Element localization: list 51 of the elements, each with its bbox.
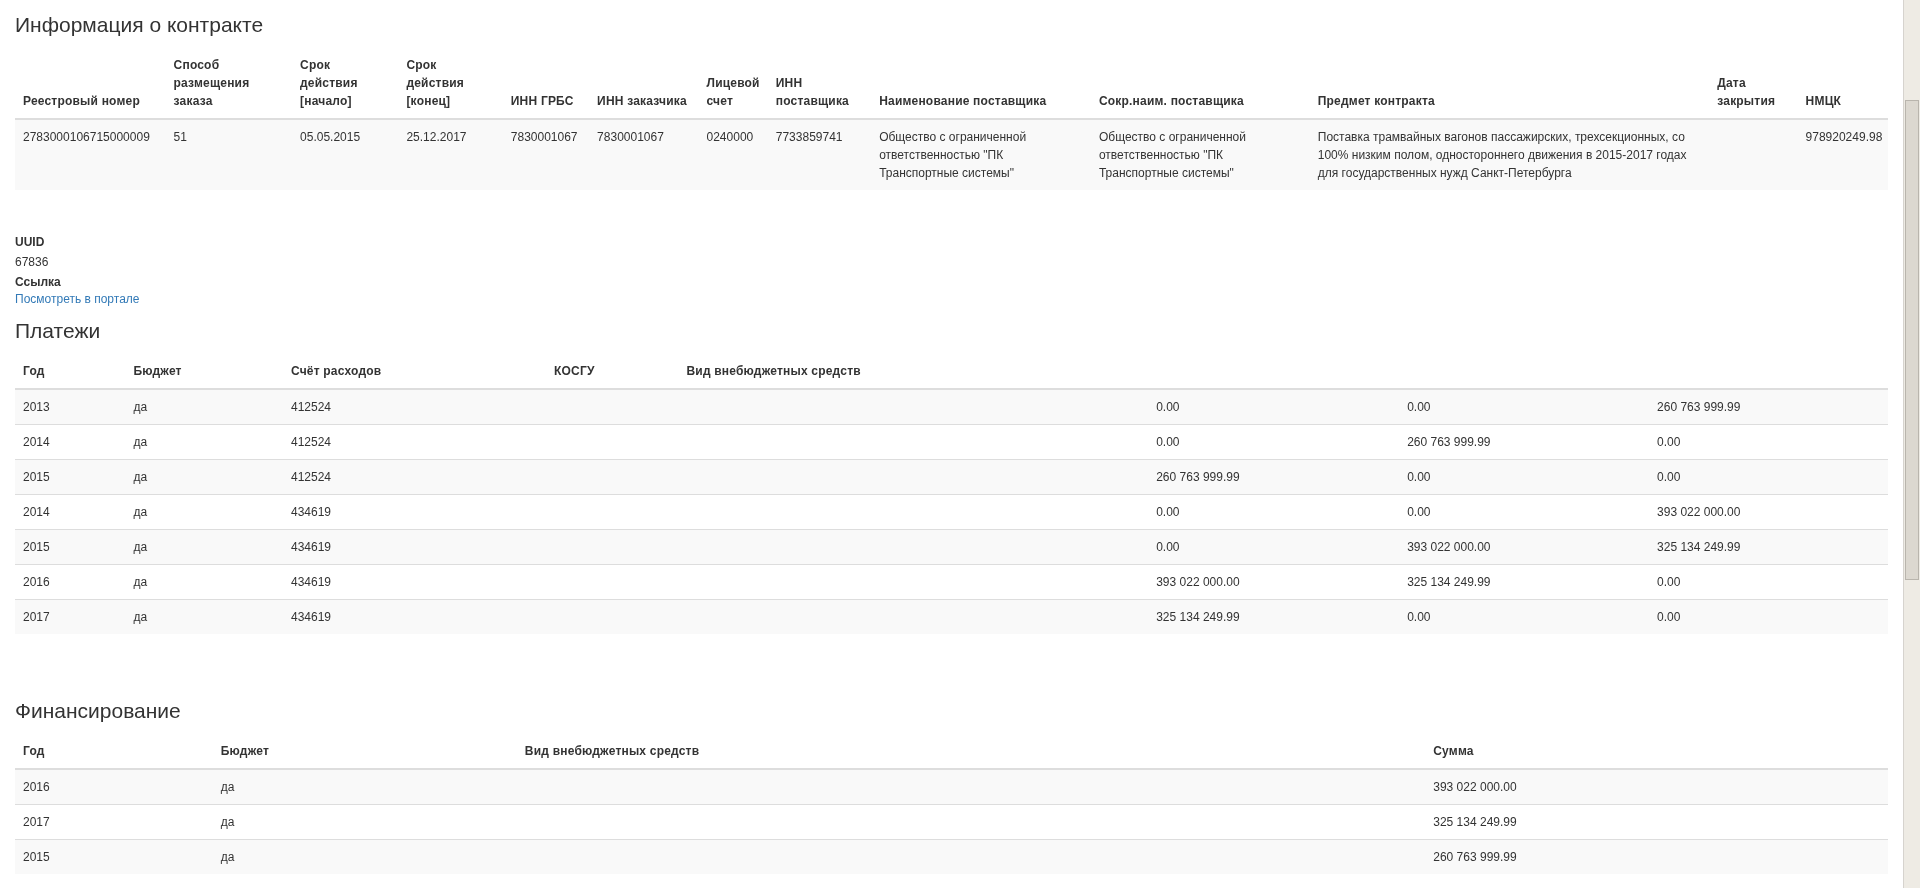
table-cell: 325 134 249.99 <box>1148 599 1400 634</box>
table-cell: 434619 <box>283 529 546 565</box>
table-cell: 0.00 <box>1148 529 1400 565</box>
table-cell: 0.00 <box>1148 389 1400 425</box>
table-cell: 2015 <box>15 459 126 495</box>
table-cell: да <box>125 459 283 495</box>
table-cell: 0.00 <box>1399 459 1650 495</box>
table-cell: 25.12.2017 <box>398 119 503 190</box>
detail-label: Ссылка <box>15 274 61 291</box>
table-cell: 393 022 000.00 <box>1399 529 1650 565</box>
table-cell: да <box>212 769 517 805</box>
scrollbar[interactable] <box>1903 0 1920 888</box>
table-cell: 7830001067 <box>589 119 699 190</box>
table-cell: Общество с ограниченной ответственностью "ПК Транспортные системы" <box>871 119 1091 190</box>
table-cell: 0.00 <box>1649 459 1888 495</box>
table-cell: 0240000 <box>698 119 768 190</box>
table-cell: 2017 <box>15 599 126 634</box>
table-cell: 260 763 999.99 <box>1649 389 1888 425</box>
detail-label: UUID <box>15 234 45 251</box>
table-cell: 393 022 000.00 <box>1425 769 1888 805</box>
table-cell: Поставка трамвайных вагонов пассажирских, трехсекционных, со 100% низким полом, одностороннего движения в 2015-2017 годах для государственных нужд Санкт-Петербурга <box>1309 119 1710 190</box>
table-cell: 325 134 249.99 <box>1649 529 1888 565</box>
table-cell: 412524 <box>283 459 546 495</box>
table-cell: 51 <box>165 119 293 190</box>
portal-link[interactable]: Посмотреть в портале <box>15 292 1888 306</box>
table-cell: 0.00 <box>1649 599 1888 634</box>
section-title: Информация о контракте <box>15 12 265 38</box>
table-cell: 2016 <box>15 769 213 805</box>
detail-value: 67836 <box>15 254 49 271</box>
table-cell: 978920249.98 <box>1797 119 1888 190</box>
scrollbar-thumb[interactable] <box>1905 100 1919 580</box>
table-cell: да <box>125 389 283 425</box>
table-cell: 434619 <box>283 599 546 634</box>
table-cell: 0.00 <box>1399 389 1650 425</box>
section-title: Платежи <box>15 318 102 344</box>
table-cell: 260 763 999.99 <box>1425 839 1888 874</box>
table-cell: 2013 <box>15 389 126 425</box>
table-cell: Общество с ограниченной ответственностью "ПК Транспортные системы" <box>1090 119 1310 190</box>
table-cell: 0.00 <box>1399 599 1650 634</box>
table-cell: да <box>125 529 283 565</box>
table-cell: 412524 <box>283 389 546 425</box>
table-cell: 2015 <box>15 839 213 874</box>
table-cell: 05.05.2015 <box>292 119 399 190</box>
table-cell: да <box>212 839 517 874</box>
section-title: Финансирование <box>15 698 182 724</box>
table-cell: да <box>125 599 283 634</box>
table-cell: 7733859741 <box>767 119 872 190</box>
table-cell: 7830001067 <box>502 119 590 190</box>
table-cell: 2015 <box>15 529 126 565</box>
table-cell: 2783000106715000009 <box>15 119 166 190</box>
table-cell: 260 763 999.99 <box>1148 459 1400 495</box>
